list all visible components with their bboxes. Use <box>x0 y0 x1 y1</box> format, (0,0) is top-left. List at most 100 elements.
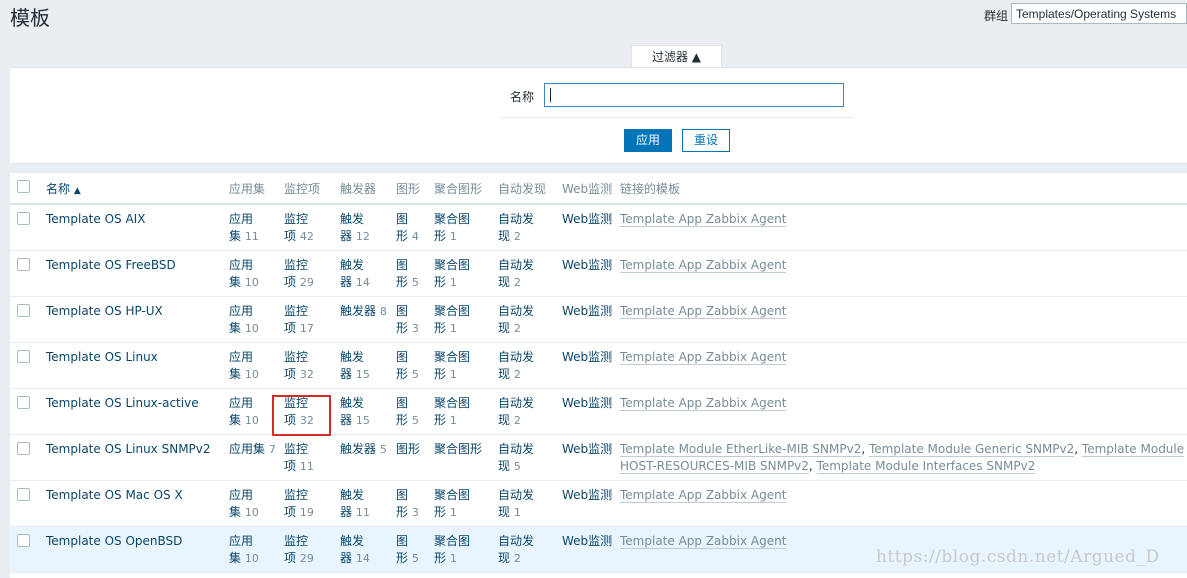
triggers-link[interactable]: 触发器 <box>340 442 376 456</box>
apply-button[interactable]: 应用 <box>624 129 672 152</box>
column-header-linked-templates: 链接的模板 <box>620 173 1187 205</box>
screens-count: 1 <box>449 551 457 565</box>
triggers-link[interactable]: 触发器 <box>340 304 376 318</box>
screens-count: 1 <box>449 275 457 289</box>
watermark: https://blog.csdn.net/Argued_D <box>876 547 1160 567</box>
web-link[interactable]: Web监测 <box>562 258 612 272</box>
linked-template-link[interactable]: Template App Zabbix Agent <box>620 257 787 273</box>
table-row: Template OS Linux-active 应用集 10 监控项 32 触发器 … <box>10 388 1187 435</box>
filter-name-input[interactable] <box>544 83 844 107</box>
graphs-link[interactable]: 图形 <box>396 212 408 243</box>
discovery-count: 5 <box>513 459 521 473</box>
discovery-count: 2 <box>513 413 521 427</box>
screens-count: 1 <box>449 505 457 519</box>
triggers-count: 14 <box>355 275 370 289</box>
linked-template-link[interactable]: Template App Zabbix Agent <box>620 212 787 227</box>
template-name-link[interactable]: Template OS Linux <box>46 350 158 364</box>
table-row: Template OS HP-UX 应用集 10 监控项 17 触发器 8图形 3 聚合… <box>10 296 1187 343</box>
graphs-link[interactable]: 图形 <box>396 304 408 335</box>
template-name-link[interactable]: Template OS HP-UX <box>46 304 163 318</box>
filter-name-label: 名称 <box>510 90 535 104</box>
linked-template-link[interactable]: Template Module Generic SNMPv2 <box>868 441 1075 457</box>
graphs-link[interactable]: 图形 <box>396 534 408 565</box>
web-link[interactable]: Web监测 <box>562 304 612 318</box>
reset-button[interactable]: 重设 <box>682 129 730 152</box>
template-name-link[interactable]: Template OS OpenBSD <box>46 534 182 548</box>
select-all-checkbox[interactable] <box>17 180 30 193</box>
linked-template-link[interactable]: Template App Zabbix Agent <box>620 303 787 319</box>
graphs-count: 5 <box>411 551 419 565</box>
filter-divider <box>500 117 854 118</box>
web-link[interactable]: Web监测 <box>562 488 612 502</box>
column-header-web: Web监测 <box>562 173 620 205</box>
row-checkbox[interactable] <box>17 257 30 271</box>
graphs-link[interactable]: 图形 <box>396 258 408 289</box>
column-header-apps: 应用集 <box>229 173 284 205</box>
items-count: 11 <box>299 459 314 473</box>
linked-template-link[interactable]: Template Module EtherLike-MIB SNMPv2 <box>620 441 862 457</box>
sort-asc-icon: ▲ <box>73 185 81 196</box>
discovery-count: 1 <box>513 505 521 519</box>
graphs-count: 3 <box>411 505 419 519</box>
screens-link[interactable]: 聚合图形 <box>434 442 482 456</box>
graphs-link[interactable]: 图形 <box>396 488 408 519</box>
separator: , <box>861 441 869 456</box>
row-checkbox[interactable] <box>17 441 30 455</box>
items-count: 32 <box>299 413 314 427</box>
items-count: 32 <box>299 367 314 381</box>
linked-template-link[interactable]: Template App Zabbix Agent <box>620 349 787 365</box>
apps-count: 10 <box>244 505 259 519</box>
template-name-link[interactable]: Template OS FreeBSD <box>46 258 176 272</box>
group-label: 群组 <box>984 9 1009 23</box>
template-name-link[interactable]: Template OS Linux-active <box>46 396 199 410</box>
web-link[interactable]: Web监测 <box>562 442 612 456</box>
row-checkbox[interactable] <box>17 487 30 501</box>
templates-table: 名称 ▲ 应用集 监控项 触发器 图形 聚合图形 自动发现 Web监测 链接的模… <box>10 173 1187 573</box>
triggers-count: 8 <box>379 304 387 318</box>
filter-panel: 名称 应用 重设 <box>10 67 1187 164</box>
column-header-name[interactable]: 名称 ▲ <box>46 182 81 196</box>
triggers-count: 15 <box>355 413 370 427</box>
linked-template-link[interactable]: Template App Zabbix Agent <box>620 395 787 411</box>
graphs-link[interactable]: 图形 <box>396 442 420 456</box>
discovery-count: 2 <box>513 321 521 335</box>
row-checkbox[interactable] <box>17 212 30 225</box>
table-row: Template OS Linux SNMPv2 应用集 7 监控项 11 触发器 5… <box>10 434 1187 481</box>
filter-tab[interactable]: 过滤器 ▲ <box>631 45 722 68</box>
template-name-link[interactable]: Template OS AIX <box>46 212 145 226</box>
web-link[interactable]: Web监测 <box>562 350 612 364</box>
linked-template-link[interactable]: Template App Zabbix Agent <box>620 533 787 549</box>
graphs-count: 3 <box>411 321 419 335</box>
web-link[interactable]: Web监测 <box>562 212 612 226</box>
screens-count: 1 <box>449 367 457 381</box>
row-checkbox[interactable] <box>17 303 30 317</box>
web-link[interactable]: Web监测 <box>562 534 612 548</box>
web-link[interactable]: Web监测 <box>562 396 612 410</box>
screens-count: 1 <box>449 413 457 427</box>
page-title: 模板 <box>10 6 50 30</box>
linked-template-link[interactable]: Template Module Interfaces SNMPv2 <box>816 458 1036 474</box>
row-checkbox[interactable] <box>17 395 30 409</box>
graphs-count: 5 <box>411 275 419 289</box>
triggers-count: 15 <box>355 367 370 381</box>
discovery-count: 2 <box>513 551 521 565</box>
graphs-link[interactable]: 图形 <box>396 350 408 381</box>
table-header-row: 名称 ▲ 应用集 监控项 触发器 图形 聚合图形 自动发现 Web监测 链接的模… <box>10 173 1187 205</box>
separator: , <box>1074 441 1082 456</box>
row-checkbox[interactable] <box>17 533 30 547</box>
linked-template-link[interactable]: Template App Zabbix Agent <box>620 487 787 503</box>
apps-count: 10 <box>244 321 259 335</box>
discovery-count: 2 <box>513 275 521 289</box>
items-count: 17 <box>299 321 314 335</box>
apps-count: 10 <box>244 275 259 289</box>
items-count: 19 <box>299 505 314 519</box>
row-checkbox[interactable] <box>17 349 30 363</box>
column-header-triggers: 触发器 <box>340 173 396 205</box>
template-name-link[interactable]: Template OS Mac OS X <box>46 488 183 502</box>
text-cursor <box>550 88 551 102</box>
template-name-link[interactable]: Template OS Linux SNMPv2 <box>46 442 211 456</box>
graphs-link[interactable]: 图形 <box>396 396 408 427</box>
screens-count: 1 <box>449 321 457 335</box>
apps-link[interactable]: 应用集 <box>229 442 265 456</box>
group-select[interactable]: Templates/Operating Systems <box>1011 3 1187 24</box>
